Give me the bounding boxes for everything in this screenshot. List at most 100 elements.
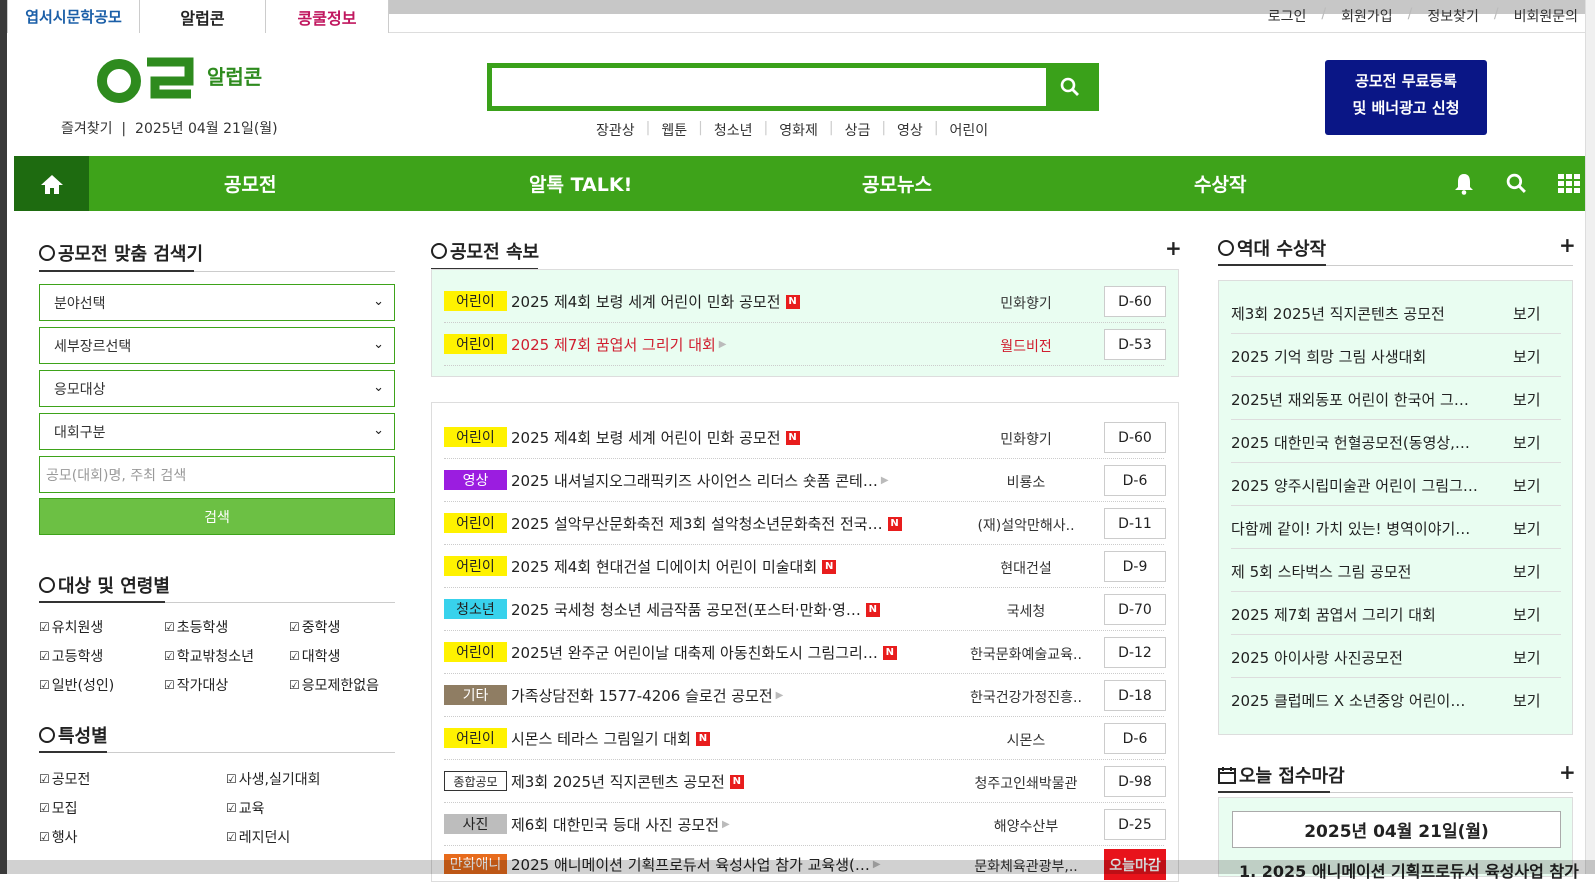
award-title[interactable]: 2025 양주시립미술관 어린이 그림그… xyxy=(1231,475,1486,496)
list-item[interactable]: 2025 기억 희망 그림 사생대회 보기 xyxy=(1231,334,1561,377)
genre-select[interactable]: 세부장르선택 ⌄ xyxy=(39,327,395,364)
notification-button[interactable] xyxy=(1454,156,1474,211)
tag-link[interactable]: 영상 xyxy=(897,120,923,140)
list-item[interactable]: 어린이 시몬스 테라스 그림일기 대회 N 시몬스 D-6 xyxy=(444,717,1166,760)
list-item[interactable]: 2025 클럽메드 X 소년중앙 어린이… 보기 xyxy=(1231,678,1561,721)
award-title[interactable]: 2025 아이사랑 사진공모전 xyxy=(1231,647,1486,668)
list-item[interactable]: 2025 양주시립미술관 어린이 그림그… 보기 xyxy=(1231,463,1561,506)
find-info-link[interactable]: 정보찾기 xyxy=(1427,6,1479,26)
award-title[interactable]: 다함께 같이! 가치 있는! 병역이야기… xyxy=(1231,518,1486,539)
feature-filter[interactable]: ☑ 사생,실기대회 xyxy=(226,769,321,789)
login-link[interactable]: 로그인 xyxy=(1268,6,1307,26)
list-item[interactable]: 어린이 2025 제4회 보령 세계 어린이 민화 공모전 N 민화향기 D-60 xyxy=(444,280,1166,323)
register-banner[interactable]: 공모전 무료등록 및 배너광고 신청 xyxy=(1325,60,1487,135)
view-link[interactable]: 보기 xyxy=(1513,475,1541,496)
site-logo[interactable]: 알럽콘 xyxy=(97,57,262,113)
home-button[interactable] xyxy=(14,156,89,211)
list-item[interactable]: 어린이 2025 제7회 꿈엽서 그리기 대회 ▶ 월드비전 D-53 xyxy=(444,323,1166,366)
flash-more-button[interactable]: + xyxy=(1165,236,1182,260)
main-search-input[interactable] xyxy=(492,68,1046,106)
tag-link[interactable]: 어린이 xyxy=(950,120,989,140)
view-link[interactable]: 보기 xyxy=(1513,647,1541,668)
list-item[interactable]: 다함께 같이! 가치 있는! 병역이야기… 보기 xyxy=(1231,506,1561,549)
site-tab-allupcon[interactable]: 알럽콘 xyxy=(140,0,266,33)
nav-awards[interactable]: 수상작 xyxy=(1194,156,1246,211)
menu-grid-button[interactable] xyxy=(1558,156,1580,211)
award-title[interactable]: 2025 대한민국 헌혈공모전(동영상,… xyxy=(1231,432,1486,453)
scrollbar[interactable] xyxy=(1585,0,1595,874)
age-filter[interactable]: ☑ 작가대상 xyxy=(164,675,228,695)
feature-filter[interactable]: ☑ 공모전 xyxy=(39,769,90,789)
list-item[interactable]: 2025년 재외동포 어린이 한국어 그… 보기 xyxy=(1231,377,1561,420)
award-title[interactable]: 제 5회 스타벅스 그림 공모전 xyxy=(1231,561,1486,582)
contest-title[interactable]: 2025 제7회 꿈엽서 그리기 대회 ▶ xyxy=(511,334,951,355)
feature-filter[interactable]: ☑ 모집 xyxy=(39,798,78,818)
award-title[interactable]: 2025 클럽메드 X 소년중앙 어린이… xyxy=(1231,690,1486,711)
tag-link[interactable]: 청소년 xyxy=(714,120,753,140)
list-item[interactable]: 2025 아이사랑 사진공모전 보기 xyxy=(1231,635,1561,678)
contest-title[interactable]: 시몬스 테라스 그림일기 대회 N xyxy=(511,728,951,749)
view-link[interactable]: 보기 xyxy=(1513,561,1541,582)
list-item[interactable]: 어린이 2025 제4회 보령 세계 어린이 민화 공모전 N 민화향기 D-60 xyxy=(444,416,1166,459)
list-item[interactable]: 2025 대한민국 헌혈공모전(동영상,… 보기 xyxy=(1231,420,1561,463)
award-title[interactable]: 2025년 재외동포 어린이 한국어 그… xyxy=(1231,389,1486,410)
contest-title[interactable]: 제3회 2025년 직지콘텐츠 공모전 N xyxy=(511,771,951,792)
age-filter[interactable]: ☑ 학교밖청소년 xyxy=(164,646,254,666)
age-filter[interactable]: ☑ 일반(성인) xyxy=(39,675,114,695)
list-item[interactable]: 2025 제7회 꿈엽서 그리기 대회 보기 xyxy=(1231,592,1561,635)
contest-title[interactable]: 가족상담전화 1577-4206 슬로건 공모전 ▶ xyxy=(511,685,951,706)
view-link[interactable]: 보기 xyxy=(1513,518,1541,539)
list-item[interactable]: 사진 제6회 대한민국 등대 사진 공모전 ▶ 해양수산부 D-25 xyxy=(444,803,1166,846)
target-select[interactable]: 응모대상 ⌄ xyxy=(39,370,395,407)
list-item[interactable]: 영상 2025 내셔널지오그래픽키즈 사이언스 리더스 숏폼 콘테… ▶ 비룡소 … xyxy=(444,459,1166,502)
today-more-button[interactable]: + xyxy=(1559,760,1576,784)
tag-link[interactable]: 영화제 xyxy=(779,120,818,140)
contest-title[interactable]: 2025년 완주군 어린이날 대축제 아동친화도시 그림그리… N xyxy=(511,642,951,663)
view-link[interactable]: 보기 xyxy=(1513,432,1541,453)
contest-title[interactable]: 2025 국세청 청소년 세금작품 공모전(포스터·만화·영… N xyxy=(511,599,951,620)
contest-title[interactable]: 2025 내셔널지오그래픽키즈 사이언스 리더스 숏폼 콘테… ▶ xyxy=(511,470,951,491)
age-filter[interactable]: ☑ 중학생 xyxy=(289,617,340,637)
feature-filter[interactable]: ☑ 레지던시 xyxy=(226,827,290,847)
tag-link[interactable]: 장관상 xyxy=(596,120,635,140)
awards-more-button[interactable]: + xyxy=(1559,233,1576,257)
view-link[interactable]: 보기 xyxy=(1513,690,1541,711)
age-filter[interactable]: ☑ 응모제한없음 xyxy=(289,675,379,695)
contest-title[interactable]: 2025 설악무산문화축전 제3회 설악청소년문화축전 전국… N xyxy=(511,513,951,534)
nav-news[interactable]: 공모뉴스 xyxy=(862,156,932,211)
contest-title[interactable]: 2025 제4회 현대건설 디에이치 어린이 미술대회 N xyxy=(511,556,951,577)
nav-talk[interactable]: 알톡 TALK! xyxy=(529,156,632,211)
list-item[interactable]: 어린이 2025 설악무산문화축전 제3회 설악청소년문화축전 전국… N (재)… xyxy=(444,502,1166,545)
award-title[interactable]: 2025 제7회 꿈엽서 그리기 대회 xyxy=(1231,604,1486,625)
list-item[interactable]: 제 5회 스타벅스 그림 공모전 보기 xyxy=(1231,549,1561,592)
search-button[interactable] xyxy=(1046,68,1094,106)
field-select[interactable]: 분야선택 ⌄ xyxy=(39,284,395,321)
tag-link[interactable]: 웹툰 xyxy=(661,120,687,140)
feature-filter[interactable]: ☑ 행사 xyxy=(39,827,78,847)
tag-link[interactable]: 상금 xyxy=(845,120,871,140)
view-link[interactable]: 보기 xyxy=(1513,303,1541,324)
age-filter[interactable]: ☑ 유치원생 xyxy=(39,617,103,637)
list-item[interactable]: 종합공모 제3회 2025년 직지콘텐츠 공모전 N 청주고인쇄박물관 D-98 xyxy=(444,760,1166,803)
list-item[interactable]: 청소년 2025 국세청 청소년 세금작품 공모전(포스터·만화·영… N 국세청… xyxy=(444,588,1166,631)
nav-search-button[interactable] xyxy=(1506,156,1527,211)
guest-inquiry-link[interactable]: 비회원문의 xyxy=(1514,6,1578,26)
contest-type-select[interactable]: 대회구분 ⌄ xyxy=(39,413,395,450)
site-tab-concours[interactable]: 콩쿨정보 xyxy=(266,0,389,33)
list-item[interactable]: 기타 가족상담전화 1577-4206 슬로건 공모전 ▶ 한국건강가정진흥.. … xyxy=(444,674,1166,717)
site-tab-essay[interactable]: 엽서시문학공모 xyxy=(7,0,140,33)
contest-search-button[interactable]: 검색 xyxy=(39,498,395,535)
award-title[interactable]: 2025 기억 희망 그림 사생대회 xyxy=(1231,346,1486,367)
age-filter[interactable]: ☑ 초등학생 xyxy=(164,617,228,637)
list-item[interactable]: 제3회 2025년 직지콘텐츠 공모전 보기 xyxy=(1231,291,1561,334)
nav-contests[interactable]: 공모전 xyxy=(224,156,276,211)
contest-title[interactable]: 제6회 대한민국 등대 사진 공모전 ▶ xyxy=(511,814,951,835)
view-link[interactable]: 보기 xyxy=(1513,389,1541,410)
contest-title[interactable]: 2025 제4회 보령 세계 어린이 민화 공모전 N xyxy=(511,291,951,312)
award-title[interactable]: 제3회 2025년 직지콘텐츠 공모전 xyxy=(1231,303,1486,324)
view-link[interactable]: 보기 xyxy=(1513,346,1541,367)
feature-filter[interactable]: ☑ 교육 xyxy=(226,798,265,818)
contest-title[interactable]: 2025 제4회 보령 세계 어린이 민화 공모전 N xyxy=(511,427,951,448)
age-filter[interactable]: ☑ 고등학생 xyxy=(39,646,103,666)
signup-link[interactable]: 회원가입 xyxy=(1341,6,1393,26)
